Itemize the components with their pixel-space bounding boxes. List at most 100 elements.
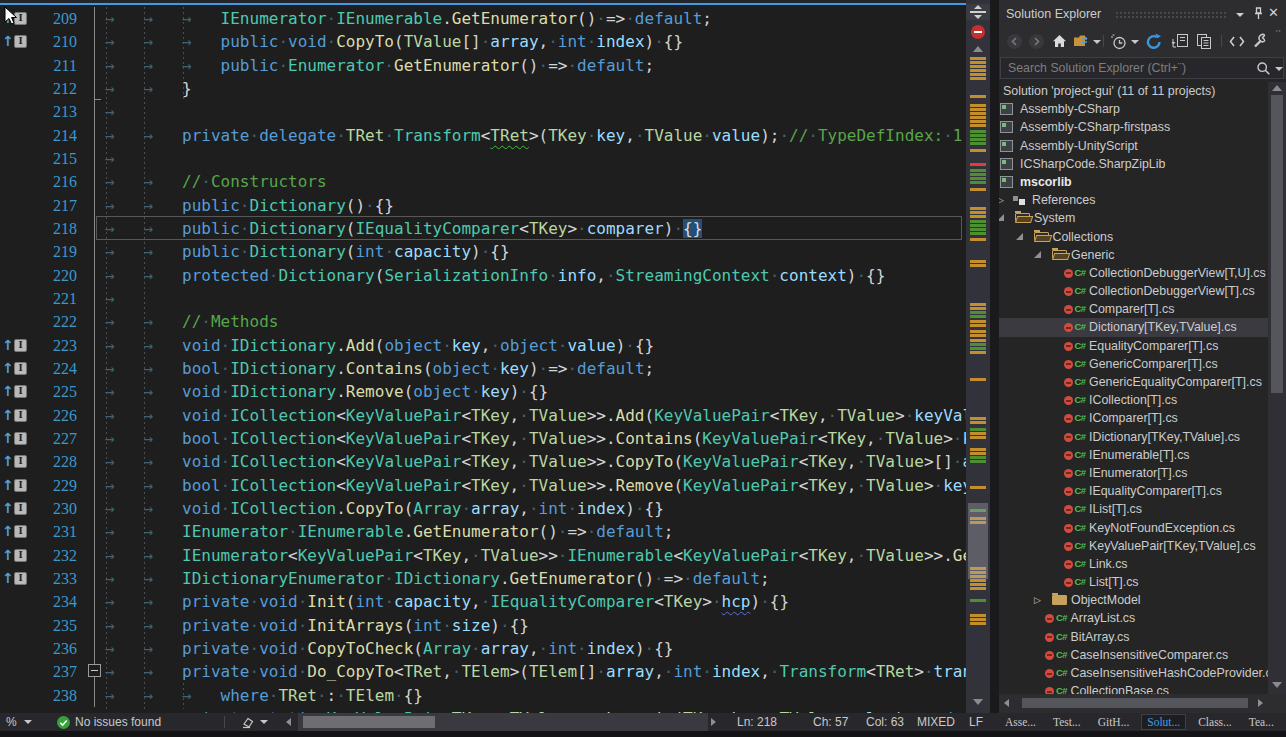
sync-dropdown-icon[interactable]	[1093, 40, 1101, 44]
tree-item-dictionary-tkey-tvalue-cs[interactable]: C#Dictionary[TKey,TValue].cs	[999, 318, 1268, 336]
tree-item-keynotfoundexception-cs[interactable]: C#KeyNotFoundException.cs	[999, 519, 1268, 537]
tree-item-objectmodel[interactable]: ▷ObjectModel	[999, 591, 1268, 609]
tree-item-collections[interactable]: Collections	[999, 228, 1268, 246]
tree-vertical-scrollbar[interactable]	[1268, 82, 1286, 694]
code-line[interactable]: →→bool·ICollection<KeyValuePair<TKey,·TV…	[105, 427, 968, 450]
tree-item-collectiondebuggerview-t-u-cs[interactable]: C#CollectionDebuggerView[T,U].cs	[999, 264, 1268, 282]
editor-splitter-grip[interactable]	[966, 4, 990, 20]
tree-item-solution-project-gui-11-of-11-projects[interactable]: Solution 'project-gui' (11 of 11 project…	[999, 82, 1268, 100]
code-line[interactable]: →	[105, 287, 968, 310]
tree-item-system[interactable]: System	[999, 209, 1268, 227]
tree-item-mscorlib[interactable]: mscorlib	[999, 173, 1268, 191]
close-icon[interactable]: ✕	[1268, 5, 1279, 20]
code-line[interactable]: →→IEnumerator<KeyValuePair<TKey,·TValue>…	[105, 544, 968, 567]
tree-item-bitarray-cs[interactable]: C#BitArray.cs	[999, 628, 1268, 646]
code-line[interactable]: →→private·void·Do_CopyTo<TRet,·TElem>(TE…	[105, 660, 968, 683]
search-icon[interactable]	[1256, 61, 1271, 76]
code-line[interactable]: →→void·ICollection<KeyValuePair<TKey,·TV…	[105, 450, 968, 473]
char-indicator[interactable]: Ch: 57	[813, 713, 848, 731]
tree-item-link-cs[interactable]: C#Link.cs	[999, 555, 1268, 573]
view-code-icon[interactable]	[1228, 33, 1246, 50]
health-check-icon[interactable]	[57, 716, 70, 729]
tree-item-keyvaluepair-tkey-tvalue-cs[interactable]: C#KeyValuePair[TKey,TValue].cs	[999, 537, 1268, 555]
tree-item-assembly-unityscript[interactable]: Assembly-UnityScript	[999, 137, 1268, 155]
tree-item-ienumerator-t-cs[interactable]: C#IEnumerator[T].cs	[999, 464, 1268, 482]
code-line[interactable]: →→→where·TRet·:·TElem·{}	[105, 684, 968, 707]
column-indicator[interactable]: Col: 63	[866, 713, 904, 731]
pin-icon[interactable]	[1253, 7, 1263, 20]
tree-item-arraylist-cs[interactable]: C#ArrayList.cs	[999, 609, 1268, 627]
scrollbar-thumb[interactable]	[303, 716, 435, 728]
editor-horizontal-scrollbar[interactable]	[298, 713, 708, 731]
code-line[interactable]: →→IDictionaryEnumerator·IDictionary.GetE…	[105, 567, 968, 590]
tree-item-assembly-csharp[interactable]: Assembly-CSharp	[999, 100, 1268, 118]
tree-item-references[interactable]: ▷References	[999, 191, 1268, 209]
toolbar-overflow-icon[interactable]: ''	[1276, 28, 1281, 38]
zoom-level[interactable]: %	[6, 713, 17, 731]
code-line[interactable]: →→public·Dictionary(IEqualityComparer<TK…	[105, 217, 968, 240]
pending-changes-filter-icon[interactable]	[1110, 33, 1128, 51]
panel-tab-solut[interactable]: Solut...	[1141, 714, 1186, 730]
code-line[interactable]: →	[105, 100, 968, 123]
tree-item-icsharpcode-sharpziplib[interactable]: ICSharpCode.SharpZipLib	[999, 155, 1268, 173]
encoding-indicator[interactable]: MIXED	[917, 713, 955, 731]
line-indicator[interactable]: Ln: 218	[737, 713, 777, 731]
code-line[interactable]: →→→IEnumerator·IEnumerable.GetEnumerator…	[105, 7, 968, 30]
code-text-area[interactable]: → →→IEnumerator·IEnumerable.GetEnumerator…	[105, 7, 968, 713]
show-all-files-icon[interactable]	[1195, 33, 1213, 50]
scrollbar-thumb[interactable]	[1271, 95, 1283, 393]
code-line[interactable]: →→private·delegate·TRet·Transform<TRet>(…	[105, 124, 968, 147]
tree-item-list-t-cs[interactable]: C#List[T].cs	[999, 573, 1268, 591]
tree-item-genericcomparer-t-cs[interactable]: C#GenericComparer[T].cs	[999, 355, 1268, 373]
tree-item-genericequalitycomparer-t-cs[interactable]: C#GenericEqualityComparer[T].cs	[999, 373, 1268, 391]
forward-icon[interactable]	[1028, 33, 1045, 50]
code-line[interactable]: →→void·IDictionary.Remove(object·key)·{}	[105, 380, 968, 403]
code-line[interactable]: →→public·Dictionary(int·capacity)·{}	[105, 240, 968, 263]
tree-item-icollection-t-cs[interactable]: C#ICollection[T].cs	[999, 391, 1268, 409]
tree-item-icomparer-t-cs[interactable]: C#IComparer[T].cs	[999, 409, 1268, 427]
collapse-all-icon[interactable]	[1171, 33, 1189, 50]
tree-item-ienumerable-t-cs[interactable]: C#IEnumerable[T].cs	[999, 446, 1268, 464]
code-line[interactable]: →→→public·Enumerator·GetEnumerator()·=>·…	[105, 54, 968, 77]
code-line[interactable]: →→void·IDictionary.Add(object·key,·objec…	[105, 334, 968, 357]
expanded-chevron-icon[interactable]	[1034, 251, 1041, 258]
code-line[interactable]: →→bool·ICollection<KeyValuePair<TKey,·TV…	[105, 474, 968, 497]
refresh-icon[interactable]	[1145, 33, 1163, 51]
code-line[interactable]: →→void·ICollection.CopyTo(Array·array,·i…	[105, 497, 968, 520]
filter-dropdown-icon[interactable]	[1131, 40, 1139, 44]
expanded-chevron-icon[interactable]	[999, 214, 1004, 221]
code-line[interactable]: →	[105, 147, 968, 170]
code-line[interactable]: →→private·void·CopyToCheck(Array·array,·…	[105, 637, 968, 660]
sync-with-active-document-icon[interactable]	[1073, 33, 1091, 49]
code-line[interactable]: →→public·Dictionary()·{}	[105, 194, 968, 217]
search-box[interactable]: Search Solution Explorer (Ctrl+¨)	[1000, 57, 1284, 79]
tree-horizontal-scrollbar[interactable]	[999, 694, 1286, 712]
editor-vertical-scrollbar[interactable]	[966, 0, 990, 713]
code-line[interactable]: →→bool·IDictionary.Contains(object·key)·…	[105, 357, 968, 380]
panel-tab-tea[interactable]: Tea...	[1244, 715, 1279, 729]
window-position-dropdown-icon[interactable]	[1236, 13, 1244, 17]
home-icon[interactable]	[1051, 33, 1068, 50]
tree-item-comparer-t-cs[interactable]: C#Comparer[T].cs	[999, 300, 1268, 318]
panel-title-bar[interactable]: Solution Explorer ✕	[999, 0, 1286, 29]
search-options-dropdown-icon[interactable]	[1275, 67, 1283, 71]
expanded-chevron-icon[interactable]	[1016, 233, 1023, 240]
scroll-down-arrow[interactable]	[1272, 682, 1282, 688]
fold-collapse-button[interactable]	[88, 664, 101, 677]
scrollbar-thumb[interactable]	[968, 503, 988, 579]
collapsed-chevron-icon[interactable]: ▷	[1034, 593, 1041, 607]
code-line[interactable]: →→protected·Dictionary(SerializationInfo…	[105, 264, 968, 287]
code-line[interactable]: →→//·Methods	[105, 310, 968, 333]
code-line[interactable]: →→void·ICollection<KeyValuePair<TKey,·TV…	[105, 404, 968, 427]
scroll-left-arrow[interactable]	[1004, 699, 1009, 707]
scroll-down-arrow[interactable]	[973, 699, 983, 705]
scrollbar-thumb[interactable]	[1022, 698, 1248, 708]
eol-indicator[interactable]: LF	[969, 713, 983, 731]
tree-item-collectiondebuggerview-t-cs[interactable]: C#CollectionDebuggerView[T].cs	[999, 282, 1268, 300]
code-line[interactable]: →→IEnumerator·IEnumerable.GetEnumerator(…	[105, 520, 968, 543]
zoom-dropdown-icon[interactable]	[24, 720, 32, 724]
tree-item-caseinsensitivecomparer-cs[interactable]: C#CaseInsensitiveComparer.cs	[999, 646, 1268, 664]
panel-tab-test[interactable]: Test...	[1048, 715, 1086, 729]
tree-item-collectionbase-cs[interactable]: C#CollectionBase.cs	[999, 682, 1268, 694]
panel-divider[interactable]	[990, 0, 999, 713]
